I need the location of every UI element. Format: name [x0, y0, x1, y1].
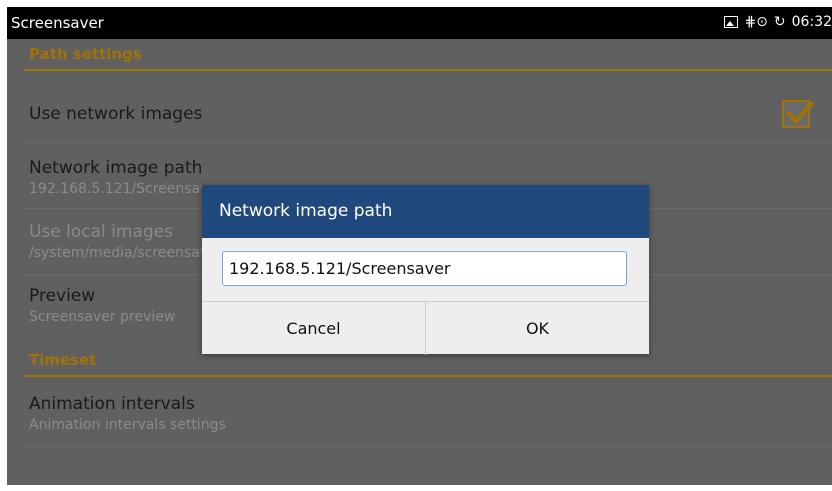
pref-title: Use network images — [29, 104, 203, 124]
status-icons: ⋕⊙ ↻ 06:32 — [724, 14, 832, 30]
section-header-path-settings: Path settings — [24, 45, 832, 71]
ok-button[interactable]: OK — [425, 302, 649, 355]
usb-icon: ⋕⊙ — [744, 14, 768, 30]
pref-title: Network image path — [29, 158, 203, 178]
dialog-title: Network image path — [202, 185, 649, 238]
status-bar: Screensaver ⋕⊙ ↻ 06:32 — [7, 7, 832, 39]
dialog-body — [202, 238, 649, 301]
cancel-button[interactable]: Cancel — [202, 302, 425, 355]
pref-summary: Animation intervals settings — [29, 417, 226, 433]
image-icon — [724, 16, 739, 28]
checkmark-icon — [785, 100, 814, 125]
dialog-buttons: Cancel OK — [202, 301, 649, 355]
network-path-input[interactable] — [222, 251, 627, 286]
pref-title: Animation intervals — [29, 394, 195, 414]
clock: 06:32 — [791, 14, 832, 30]
sync-icon: ↻ — [773, 14, 786, 30]
pref-use-network-images[interactable]: Use network images — [24, 85, 832, 143]
use-network-images-checkbox[interactable] — [782, 100, 814, 128]
app-title: Screensaver — [11, 14, 104, 32]
pref-animation-intervals[interactable]: Animation intervals Animation intervals … — [24, 387, 832, 447]
screensaver-settings-screen: Screensaver ⋕⊙ ↻ 06:32 Path settings Use… — [7, 7, 832, 485]
network-image-path-dialog: Network image path Cancel OK — [202, 185, 649, 355]
